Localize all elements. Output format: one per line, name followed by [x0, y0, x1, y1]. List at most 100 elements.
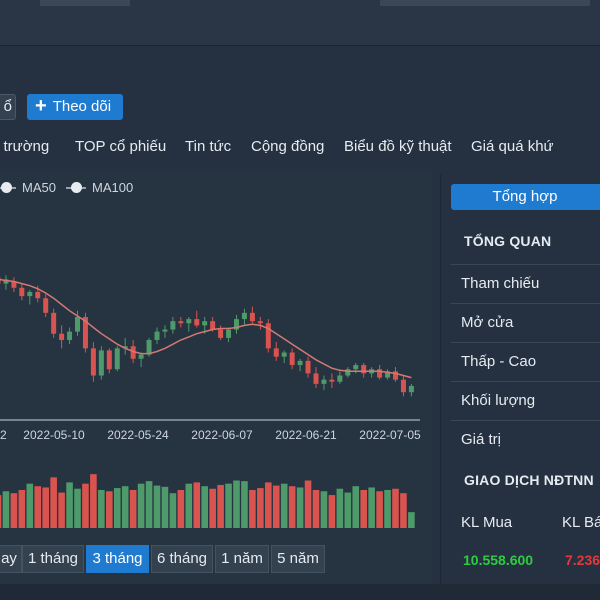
tab-top-stocks[interactable]: TOP cổ phiếu: [75, 138, 166, 155]
volume-bar: [376, 491, 383, 528]
volume-bar: [169, 493, 177, 528]
period-1-year[interactable]: 1 năm: [215, 545, 269, 573]
period-day[interactable]: ay: [0, 545, 22, 573]
candle-body: [210, 321, 216, 330]
volume-bar: [74, 488, 81, 528]
candle-body: [361, 365, 367, 374]
candle-body: [162, 329, 168, 332]
candle-body: [249, 312, 255, 322]
x-tick-label: 2: [0, 428, 7, 442]
candle-body: [353, 365, 359, 370]
candle-body: [273, 348, 279, 357]
plus-icon: +: [35, 95, 47, 117]
volume-bar: [241, 481, 248, 528]
x-tick-label: 2022-07-05: [359, 428, 421, 442]
volume-bar: [193, 482, 201, 528]
bottom-strip: [0, 584, 600, 600]
row-volume: Khối lượng: [451, 381, 600, 420]
volume-bar: [336, 488, 344, 528]
row-label: Tham chiếu: [461, 275, 540, 292]
period-5-years[interactable]: 5 năm: [271, 545, 325, 573]
volume-bar: [98, 490, 105, 528]
candle-body: [51, 312, 57, 334]
period-6-months[interactable]: 6 tháng: [151, 545, 213, 573]
volume-bar: [312, 490, 320, 528]
row-low-high: Thấp - Cao: [451, 342, 600, 381]
legend-label: MA50: [22, 180, 56, 195]
period-1-month[interactable]: 1 tháng: [22, 545, 84, 573]
volume-bar: [288, 486, 296, 528]
candle-body: [35, 291, 41, 299]
price-chart[interactable]: 2 2022-05-10 2022-05-24 2022-06-07 2022-06-2…: [0, 196, 432, 532]
volume-bar: [82, 483, 89, 528]
volume-bar: [360, 490, 367, 528]
volume-bar: [106, 491, 113, 528]
volume-bar: [18, 490, 26, 528]
volume-bar: [129, 490, 137, 528]
volume-bar: [0, 495, 2, 528]
tab-news[interactable]: Tin tức: [185, 138, 231, 155]
tab-community[interactable]: Cộng đồng: [251, 138, 324, 155]
volume-bar: [249, 490, 256, 528]
volume-bar: [121, 486, 129, 528]
candle-body: [202, 321, 208, 326]
foreign-trading-heading: GIAO DỊCH NĐTNN: [464, 472, 594, 488]
tab-technical-chart[interactable]: Biểu đồ kỹ thuật: [344, 138, 452, 155]
candle-body: [408, 385, 414, 393]
legend-item-ma50[interactable]: MA50: [0, 180, 56, 195]
volume-bar: [328, 495, 336, 528]
candle-body: [178, 321, 184, 324]
volume-bar: [272, 485, 280, 528]
compare-button[interactable]: ổ: [0, 94, 16, 120]
candle-body: [313, 373, 319, 384]
volume-bar: [161, 486, 169, 528]
follow-button[interactable]: + Theo dõi: [27, 94, 123, 120]
follow-button-label: Theo dõi: [52, 98, 112, 115]
candle-body: [377, 369, 383, 378]
volume-bar: [257, 488, 264, 528]
tab-price-history[interactable]: Giá quá khứ: [471, 138, 554, 155]
candle-body: [154, 331, 160, 340]
volume-bar: [2, 491, 10, 528]
summary-tab[interactable]: Tổng hợp: [451, 184, 600, 210]
candles: [0, 275, 414, 397]
volume-bar: [320, 491, 328, 528]
volume-bar: [344, 492, 352, 528]
legend-label: MA100: [92, 180, 134, 195]
candle-body: [337, 375, 343, 382]
nav-tabs: ị trường TOP cổ phiếu Tin tức Cộng đồng …: [0, 132, 600, 162]
col-buy-volume: KL Mua: [461, 514, 513, 531]
candle-body: [138, 354, 144, 359]
candle-body: [43, 298, 49, 313]
legend-marker-icon: [66, 181, 86, 193]
volume-bar: [42, 487, 49, 528]
legend-item-ma100[interactable]: MA100: [66, 180, 133, 195]
candle-body: [194, 319, 200, 326]
row-label: Giá trị: [461, 431, 502, 448]
volume-bar: [58, 492, 65, 528]
period-3-months[interactable]: 3 tháng: [86, 545, 149, 573]
volume-bars: [0, 474, 415, 528]
candle-body: [27, 291, 33, 297]
candle-body: [19, 287, 25, 297]
row-label: Khối lượng: [461, 392, 536, 409]
candle-body: [186, 319, 192, 324]
candle-body: [321, 379, 327, 384]
col-sell-volume: KL Bá: [562, 514, 600, 531]
volume-bar: [209, 488, 216, 528]
volume-bar: [34, 486, 42, 528]
volume-bar: [296, 487, 304, 528]
candle-body: [106, 350, 112, 370]
volume-bar: [384, 490, 391, 528]
volume-bar: [233, 480, 240, 528]
volume-bar: [66, 482, 73, 528]
x-tick-label: 2022-05-10: [23, 428, 85, 442]
x-tick-label: 2022-05-24: [107, 428, 169, 442]
candle-body: [170, 321, 176, 330]
candle-body: [59, 333, 65, 340]
volume-bar: [201, 486, 208, 528]
candle-body: [75, 317, 80, 332]
candle-body: [218, 329, 224, 338]
tab-market[interactable]: ị trường: [0, 138, 49, 155]
volume-bar: [392, 488, 399, 528]
